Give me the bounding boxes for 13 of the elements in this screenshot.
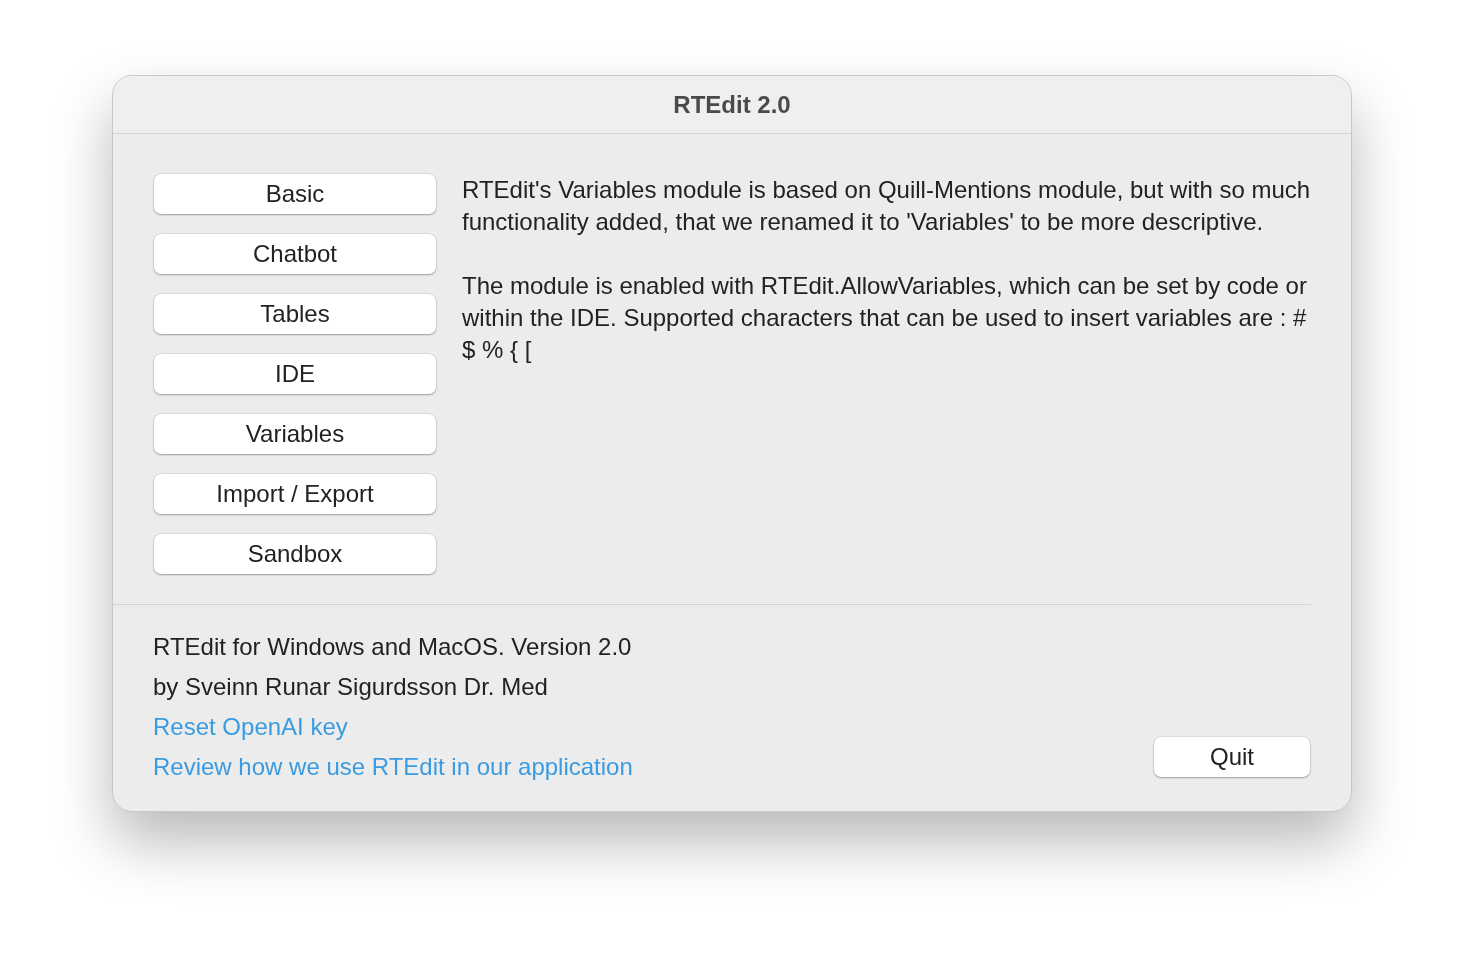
description-paragraph: The module is enabled with RTEdit.AllowVariables, which can be set by code or within the IDE. Supported characters that can be used to insert variables are : # $ % { [: [462, 271, 1308, 365]
nav-button[interactable]: Chatbot: [154, 234, 436, 274]
nav-button[interactable]: Basic: [154, 174, 436, 214]
info-text: by Sveinn Runar Sigurdsson Dr. Med: [153, 672, 548, 702]
nav-button[interactable]: Import / Export: [154, 474, 436, 514]
nav-button[interactable]: Variables: [154, 414, 436, 454]
nav-button[interactable]: IDE: [154, 354, 436, 394]
quit-button[interactable]: Quit: [1154, 737, 1310, 777]
window-title: RTEdit 2.0: [673, 90, 791, 119]
nav-button[interactable]: Tables: [154, 294, 436, 334]
description-paragraph: RTEdit's Variables module is based on Quill-Mentions module, but with so much functionality added, that we renamed it to 'Variables' to be more descriptive.: [462, 175, 1312, 237]
nav-button[interactable]: Sandbox: [154, 534, 436, 574]
info-text: RTEdit for Windows and MacOS. Version 2.0: [153, 632, 632, 662]
